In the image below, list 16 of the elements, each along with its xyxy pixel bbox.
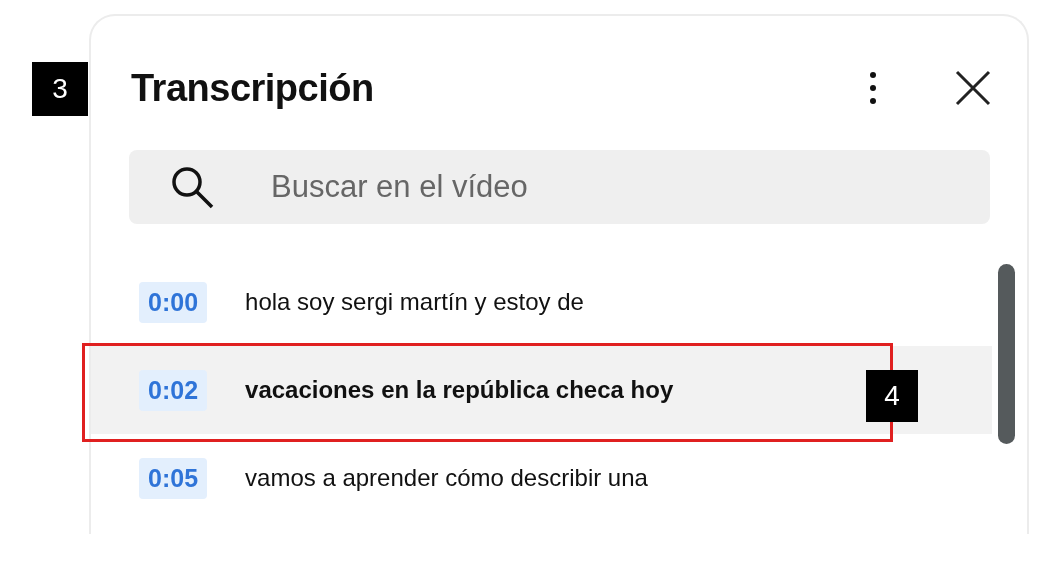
transcript-text: vacaciones en la república checa hoy	[245, 376, 674, 404]
transcript-row[interactable]: 0:05 vamos a aprender cómo describir una	[91, 434, 992, 522]
transcript-text: vamos a aprender cómo describir una	[245, 464, 648, 492]
transcript-row[interactable]: 0:00 hola soy sergi martín y estoy de	[91, 258, 992, 346]
timestamp-link[interactable]: 0:00	[139, 281, 208, 323]
scrollbar-thumb[interactable]	[998, 264, 1015, 444]
transcript-text: hola soy sergi martín y estoy de	[245, 288, 584, 316]
timestamp-link[interactable]: 0:05	[139, 457, 208, 499]
annotation-label: 3	[32, 62, 88, 116]
annotation-label: 4	[866, 370, 918, 422]
more-options-icon[interactable]	[869, 70, 877, 106]
search-field[interactable]: Buscar en el vídeo	[129, 150, 990, 224]
timestamp-link[interactable]: 0:02	[139, 369, 208, 411]
search-icon	[169, 164, 215, 210]
panel-title: Transcripción	[131, 66, 375, 110]
close-icon[interactable]	[955, 70, 991, 106]
